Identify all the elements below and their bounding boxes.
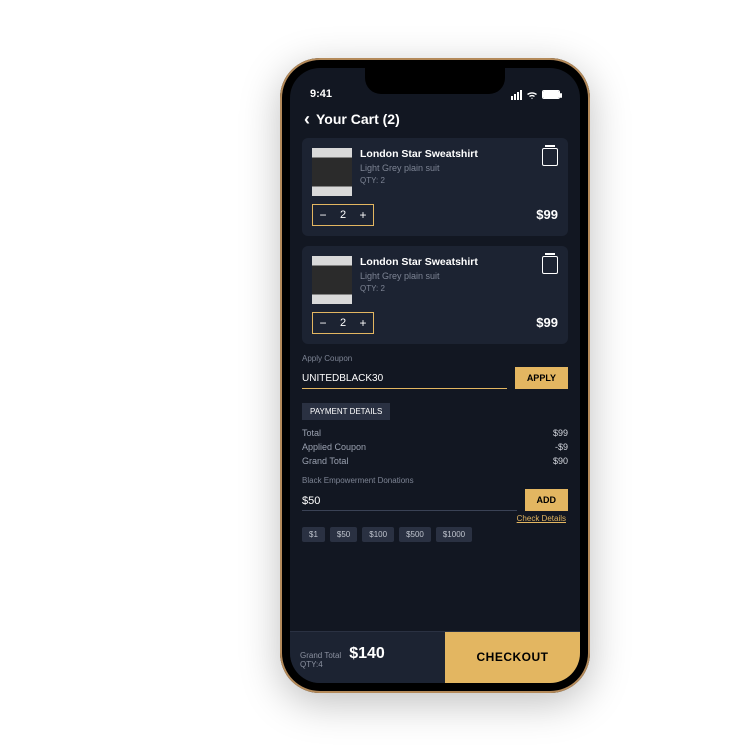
product-qty-label: QTY: 2 — [360, 176, 534, 185]
coupon-label: Apply Coupon — [302, 354, 568, 363]
donation-chip[interactable]: $500 — [399, 527, 431, 542]
wifi-icon — [526, 90, 538, 100]
qty-minus-button[interactable]: − — [313, 313, 333, 333]
checkout-button[interactable]: CHECKOUT — [445, 632, 580, 683]
payment-details-badge: PAYMENT DETAILS — [302, 403, 390, 420]
cart-item: London Star Sweatshirt Light Grey plain … — [302, 246, 568, 344]
status-time: 9:41 — [310, 88, 332, 100]
qty-value: 2 — [333, 209, 353, 221]
item-price: $99 — [536, 315, 558, 330]
signal-icon — [511, 90, 522, 100]
donation-chips: $1 $50 $100 $500 $1000 — [302, 527, 568, 542]
row-value: $90 — [553, 456, 568, 466]
donation-input[interactable] — [302, 492, 517, 511]
total-row: Total $99 — [302, 426, 568, 440]
row-label: Total — [302, 428, 321, 438]
donation-chip[interactable]: $1000 — [436, 527, 472, 542]
notch — [365, 68, 505, 94]
screen: 9:41 ‹ Your Cart (2) London Star Sweatsh… — [290, 68, 580, 683]
qty-plus-button[interactable]: + — [353, 205, 373, 225]
product-qty-label: QTY: 2 — [360, 284, 534, 293]
battery-icon — [542, 90, 560, 99]
item-price: $99 — [536, 207, 558, 222]
footer-total: $140 — [349, 645, 385, 663]
check-details-link[interactable]: Check Details — [302, 514, 566, 523]
content: London Star Sweatshirt Light Grey plain … — [290, 138, 580, 631]
coupon-input[interactable] — [302, 369, 507, 389]
status-indicators — [511, 90, 560, 100]
back-icon[interactable]: ‹ — [304, 110, 310, 128]
product-title: London Star Sweatshirt — [360, 148, 534, 160]
row-value: -$9 — [555, 442, 568, 452]
coupon-row: Applied Coupon -$9 — [302, 440, 568, 454]
page-title: Your Cart (2) — [316, 111, 400, 127]
cart-item: London Star Sweatshirt Light Grey plain … — [302, 138, 568, 236]
trash-icon[interactable] — [542, 148, 558, 166]
header: ‹ Your Cart (2) — [290, 102, 580, 138]
product-subtitle: Light Grey plain suit — [360, 271, 534, 281]
product-thumbnail — [312, 256, 352, 304]
product-title: London Star Sweatshirt — [360, 256, 534, 268]
quantity-stepper: − 2 + — [312, 204, 374, 226]
footer-summary: Grand Total QTY:4 $140 — [290, 632, 445, 683]
phone-frame: 9:41 ‹ Your Cart (2) London Star Sweatsh… — [280, 58, 590, 693]
qty-minus-button[interactable]: − — [313, 205, 333, 225]
donation-chip[interactable]: $1 — [302, 527, 325, 542]
product-thumbnail — [312, 148, 352, 196]
donation-chip[interactable]: $50 — [330, 527, 357, 542]
quantity-stepper: − 2 + — [312, 312, 374, 334]
product-subtitle: Light Grey plain suit — [360, 163, 534, 173]
footer: Grand Total QTY:4 $140 CHECKOUT — [290, 631, 580, 683]
donation-chip[interactable]: $100 — [362, 527, 394, 542]
donation-label: Black Empowerment Donations — [302, 476, 568, 485]
trash-icon[interactable] — [542, 256, 558, 274]
grand-total-label: Grand Total — [300, 651, 341, 660]
footer-qty-label: QTY:4 — [300, 660, 341, 669]
qty-plus-button[interactable]: + — [353, 313, 373, 333]
apply-button[interactable]: APPLY — [515, 367, 568, 389]
add-button[interactable]: ADD — [525, 489, 569, 511]
grand-total-row: Grand Total $90 — [302, 454, 568, 468]
row-label: Applied Coupon — [302, 442, 366, 452]
row-value: $99 — [553, 428, 568, 438]
qty-value: 2 — [333, 317, 353, 329]
row-label: Grand Total — [302, 456, 348, 466]
